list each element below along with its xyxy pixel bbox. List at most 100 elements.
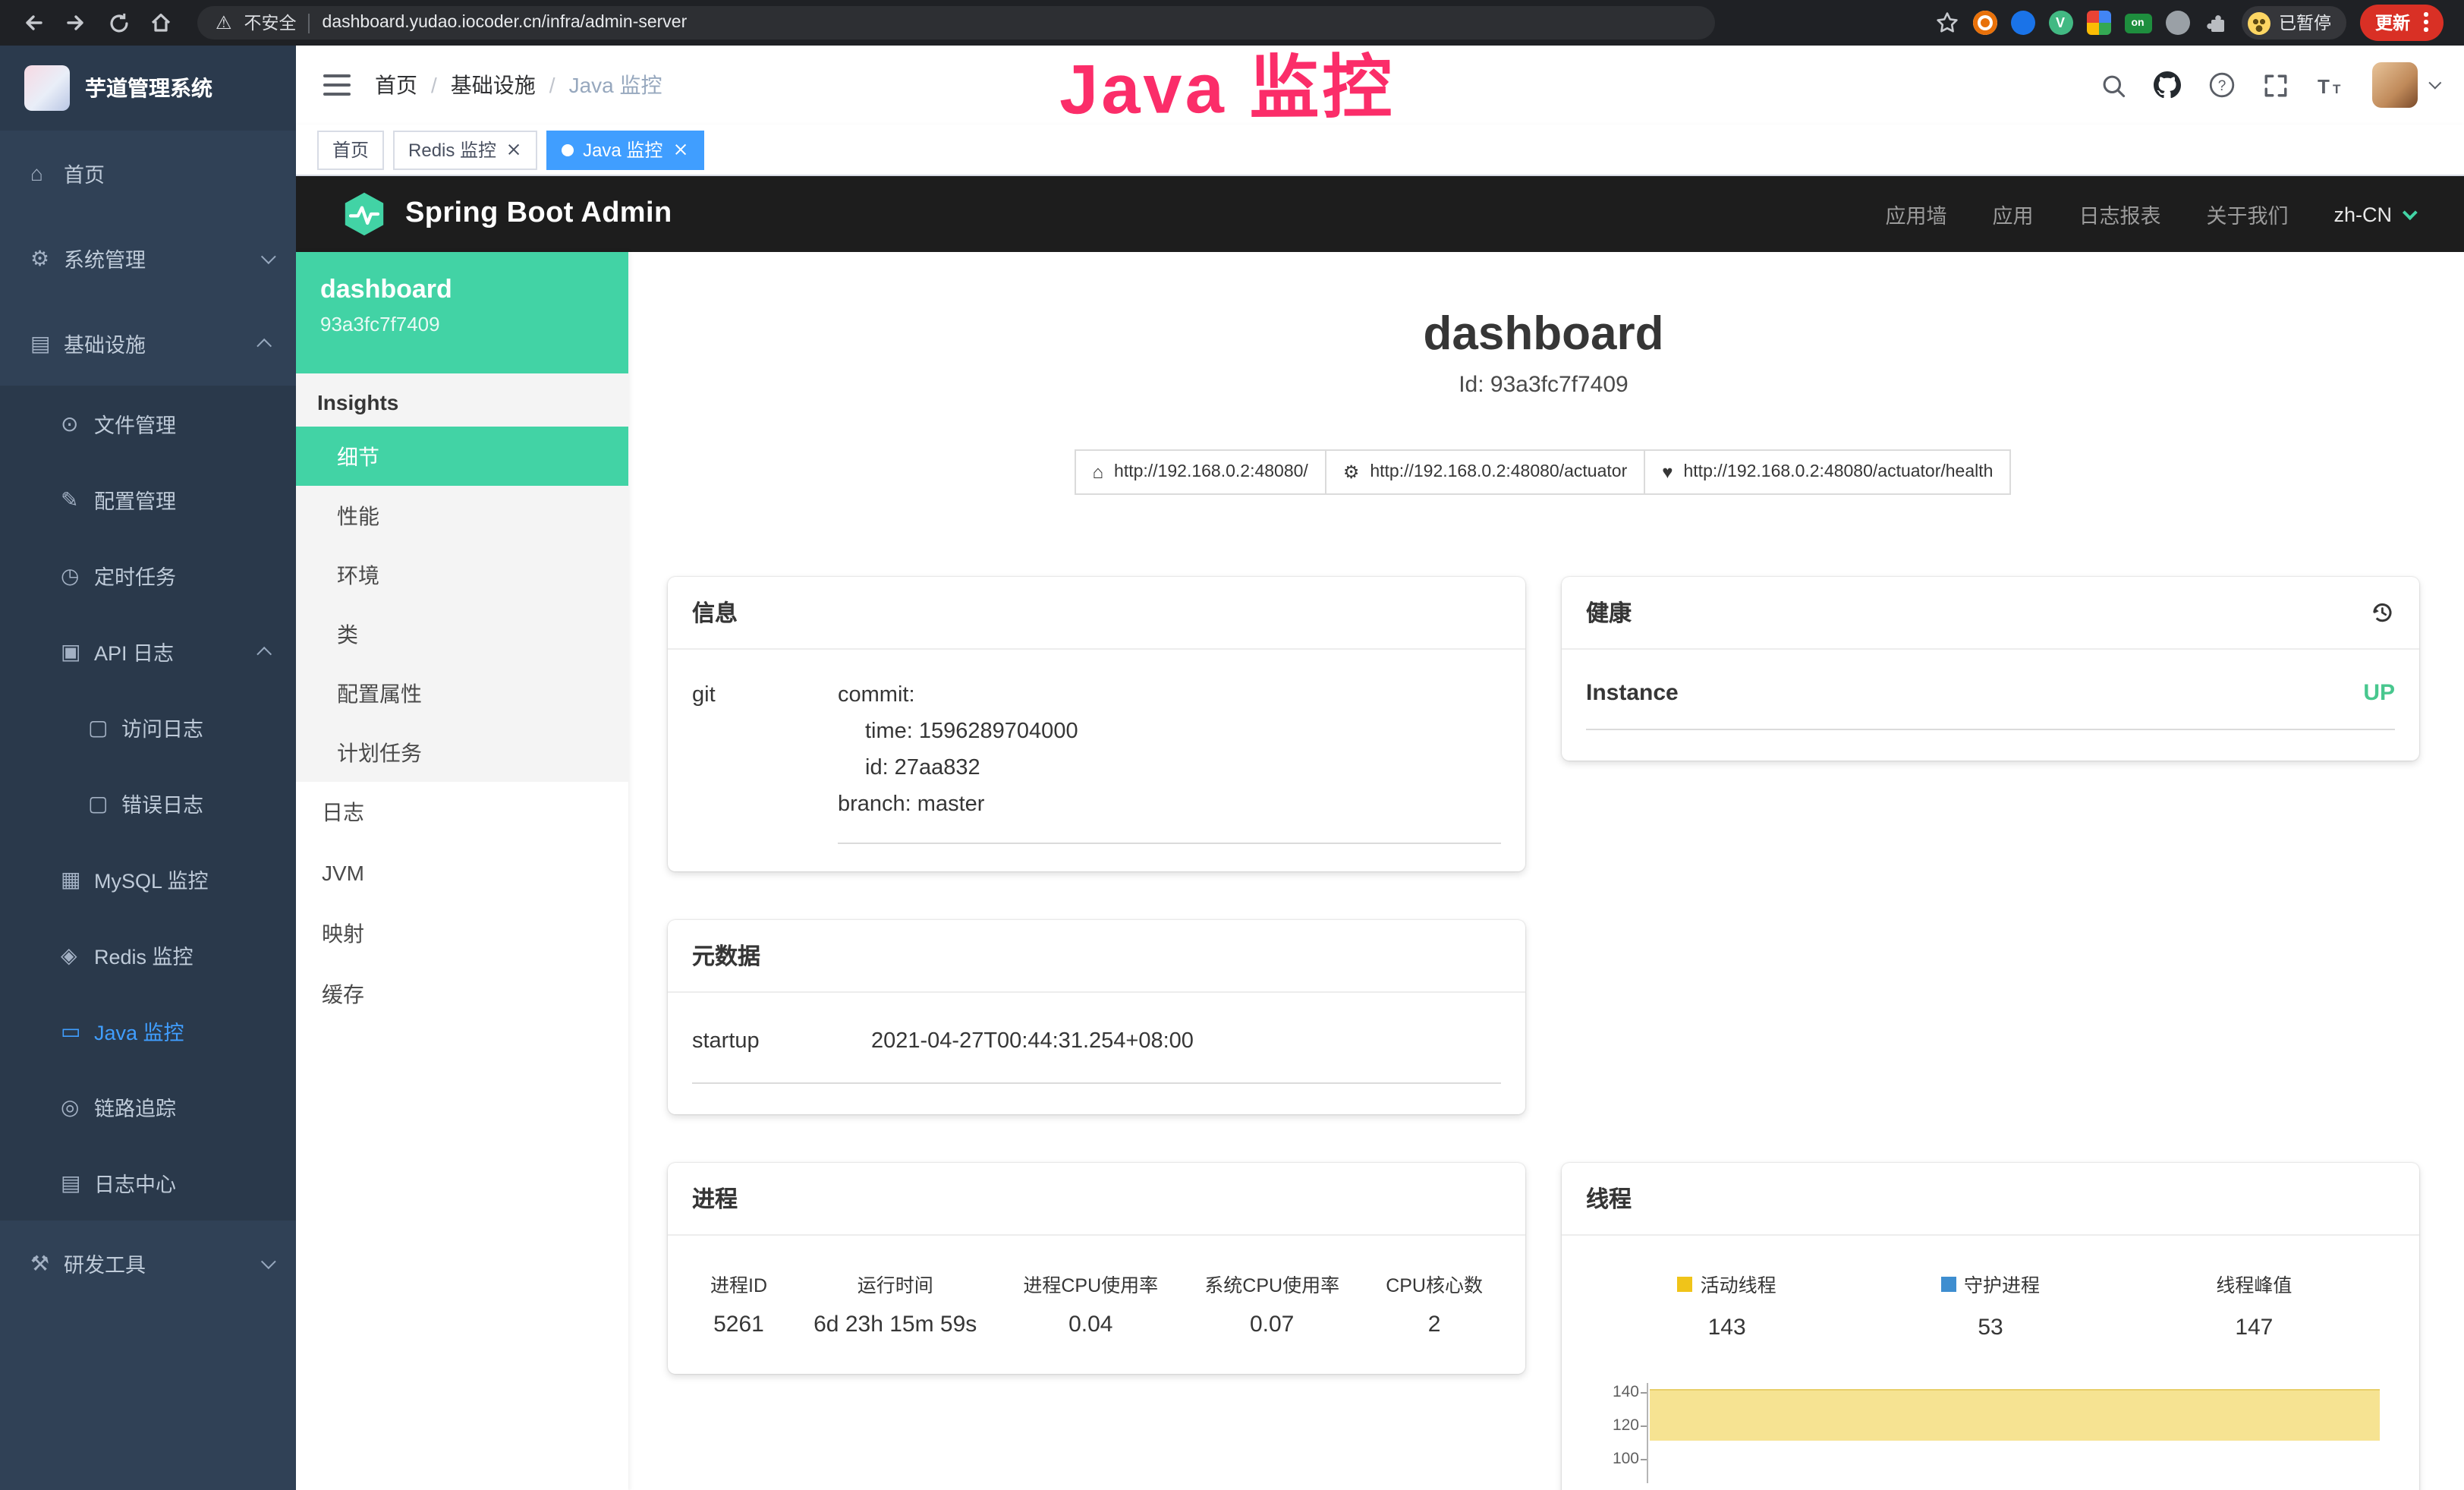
sidebar-item-home[interactable]: ⌂ 首页 xyxy=(0,131,296,216)
sidebar-item-api-logs[interactable]: ▣ API 日志 xyxy=(0,613,296,689)
sidebar-item-label: 文件管理 xyxy=(94,408,176,439)
sba-nav-journal[interactable]: 日志报表 xyxy=(2079,199,2160,229)
service-url-link[interactable]: ⌂ http://192.168.0.2:48080/ xyxy=(1075,449,1326,495)
sba-nav-logs[interactable]: 日志 xyxy=(296,782,628,843)
search-icon[interactable] xyxy=(2101,72,2126,98)
breadcrumb-home[interactable]: 首页 xyxy=(375,70,417,100)
health-instance-label[interactable]: Instance xyxy=(1586,680,1679,706)
sidebar-item-infrastructure[interactable]: ▤ 基础设施 xyxy=(0,301,296,386)
profile-avatar-icon xyxy=(2247,11,2270,34)
sba-nav-config-props[interactable]: 配置属性 xyxy=(296,663,628,723)
extension-icon[interactable] xyxy=(2086,11,2110,35)
sidebar-item-scheduled-jobs[interactable]: ◷ 定时任务 xyxy=(0,537,296,613)
extension-icon[interactable] xyxy=(2010,11,2034,35)
daemon-threads-value: 53 xyxy=(1858,1314,2122,1340)
close-icon[interactable] xyxy=(672,141,688,158)
actuator-url-link[interactable]: ⚙ http://192.168.0.2:48080/actuator xyxy=(1325,449,1645,495)
home-button[interactable] xyxy=(143,5,179,41)
fullscreen-icon[interactable] xyxy=(2263,72,2289,98)
sidebar-item-mysql-monitor[interactable]: ▦ MySQL 监控 xyxy=(0,841,296,917)
avatar xyxy=(2372,62,2418,108)
sba-nav-about[interactable]: 关于我们 xyxy=(2206,199,2288,229)
sidebar-item-redis-monitor[interactable]: ◈ Redis 监控 xyxy=(0,917,296,993)
menu-kebab-icon[interactable] xyxy=(2422,12,2428,33)
metadata-card-title: 元数据 xyxy=(668,920,1525,993)
threads-card: 线程 活动线程 143 守护进程 53 xyxy=(1562,1163,2419,1490)
legend-label: 线程峰值 xyxy=(2216,1269,2292,1298)
tab-java-monitor[interactable]: Java 监控 xyxy=(546,130,703,169)
sidebar-item-config-mgmt[interactable]: ✎ 配置管理 xyxy=(0,461,296,537)
sba-nav-applications[interactable]: 应用 xyxy=(1992,199,2033,229)
sidebar-item-log-center[interactable]: ▤ 日志中心 xyxy=(0,1145,296,1221)
chrome-update-button[interactable]: 更新 xyxy=(2360,5,2444,41)
sba-nav-metrics[interactable]: 性能 xyxy=(296,486,628,545)
breadcrumb-current: Java 监控 xyxy=(569,70,662,100)
home-icon: ⌂ xyxy=(1093,461,1104,483)
breadcrumb-separator: / xyxy=(431,73,437,97)
forward-button[interactable] xyxy=(58,5,94,41)
tab-label: Redis 监控 xyxy=(408,137,496,162)
sidebar-item-label: 研发工具 xyxy=(64,1248,146,1278)
sidebar-item-file-mgmt[interactable]: ⊙ 文件管理 xyxy=(0,386,296,461)
sidebar-item-access-logs[interactable]: ▢ 访问日志 xyxy=(0,689,296,765)
security-label[interactable]: 不安全 xyxy=(244,11,297,35)
browser-window: ⚠ 不安全 dashboard.yudao.iocoder.cn/infra/a… xyxy=(0,0,2464,1490)
document-icon: ▢ xyxy=(88,790,121,816)
tab-home[interactable]: 首页 xyxy=(317,130,384,169)
chevron-up-icon xyxy=(256,646,272,661)
close-icon[interactable] xyxy=(505,141,522,158)
breadcrumb-infrastructure[interactable]: 基础设施 xyxy=(451,70,536,100)
reload-button[interactable] xyxy=(100,5,137,41)
history-icon[interactable] xyxy=(2369,600,2395,625)
user-menu[interactable] xyxy=(2372,62,2437,108)
address-bar[interactable]: ⚠ 不安全 dashboard.yudao.iocoder.cn/infra/a… xyxy=(197,6,1715,39)
sba-app-header[interactable]: dashboard 93a3fc7f7409 xyxy=(296,252,628,373)
active-tab-dot xyxy=(562,143,574,156)
sba-brand-title: Spring Boot Admin xyxy=(405,197,672,231)
sba-sidebar: dashboard 93a3fc7f7409 Insights 细节 性能 环境… xyxy=(296,252,628,1490)
sba-nav-mappings[interactable]: 映射 xyxy=(296,903,628,964)
log-icon: ▣ xyxy=(61,638,94,664)
clock-icon: ◷ xyxy=(61,562,94,588)
sba-nav-caches[interactable]: 缓存 xyxy=(296,964,628,1025)
extension-icon[interactable] xyxy=(1972,11,1997,35)
sidebar-item-system-mgmt[interactable]: ⚙ 系统管理 xyxy=(0,216,296,301)
help-icon[interactable]: ? xyxy=(2208,71,2236,99)
sba-nav-classes[interactable]: 类 xyxy=(296,604,628,663)
sba-nav-jvm[interactable]: JVM xyxy=(296,843,628,903)
tools-icon: ⚒ xyxy=(30,1250,64,1276)
live-threads-swatch xyxy=(1678,1276,1693,1291)
bookmark-star-icon[interactable] xyxy=(1934,11,1959,35)
toolbar-right: V on 已暂停 更新 xyxy=(1934,5,2450,41)
sidebar-toggle-icon[interactable] xyxy=(323,74,351,96)
sidebar-item-java-monitor[interactable]: ▭ Java 监控 xyxy=(0,993,296,1069)
font-size-icon[interactable]: TT xyxy=(2316,72,2345,98)
tab-redis-monitor[interactable]: Redis 监控 xyxy=(393,130,537,169)
github-icon[interactable] xyxy=(2154,71,2181,99)
health-url-link[interactable]: ♥ http://192.168.0.2:48080/actuator/heal… xyxy=(1644,449,2011,495)
sidebar-item-dev-tools[interactable]: ⚒ 研发工具 xyxy=(0,1221,296,1306)
file-icon: ⊙ xyxy=(61,411,94,436)
sba-nav-environment[interactable]: 环境 xyxy=(296,545,628,604)
sba-brand[interactable]: Spring Boot Admin xyxy=(341,191,672,237)
back-button[interactable] xyxy=(15,5,52,41)
app-logo[interactable]: 芋道管理系统 xyxy=(0,46,296,131)
git-commit-id: id: 27aa832 xyxy=(838,750,1501,786)
sidebar-item-tracing[interactable]: ◎ 链路追踪 xyxy=(0,1069,296,1145)
instance-title: dashboard xyxy=(668,304,2419,364)
extension-icon[interactable] xyxy=(2165,11,2189,35)
switch-extension-icon[interactable]: on xyxy=(2124,13,2151,33)
language-selector[interactable]: zh-CN xyxy=(2333,203,2413,225)
sba-nav-details[interactable]: 细节 xyxy=(296,427,628,486)
vue-devtools-icon[interactable]: V xyxy=(2048,11,2072,35)
sba-nav-scheduled-tasks[interactable]: 计划任务 xyxy=(296,723,628,782)
sidebar-item-label: 错误日志 xyxy=(121,788,203,818)
sba-logo-icon xyxy=(341,191,387,237)
extensions-puzzle-icon[interactable] xyxy=(2203,11,2227,35)
cpu-cores-value: 2 xyxy=(1386,1312,1483,1337)
sidebar-item-label: MySQL 监控 xyxy=(94,864,209,894)
y-tick: 100 xyxy=(1595,1450,1647,1483)
sba-nav-wallboard[interactable]: 应用墙 xyxy=(1885,199,1946,229)
sidebar-item-error-logs[interactable]: ▢ 错误日志 xyxy=(0,765,296,841)
profile-paused-chip[interactable]: 已暂停 xyxy=(2241,6,2346,39)
